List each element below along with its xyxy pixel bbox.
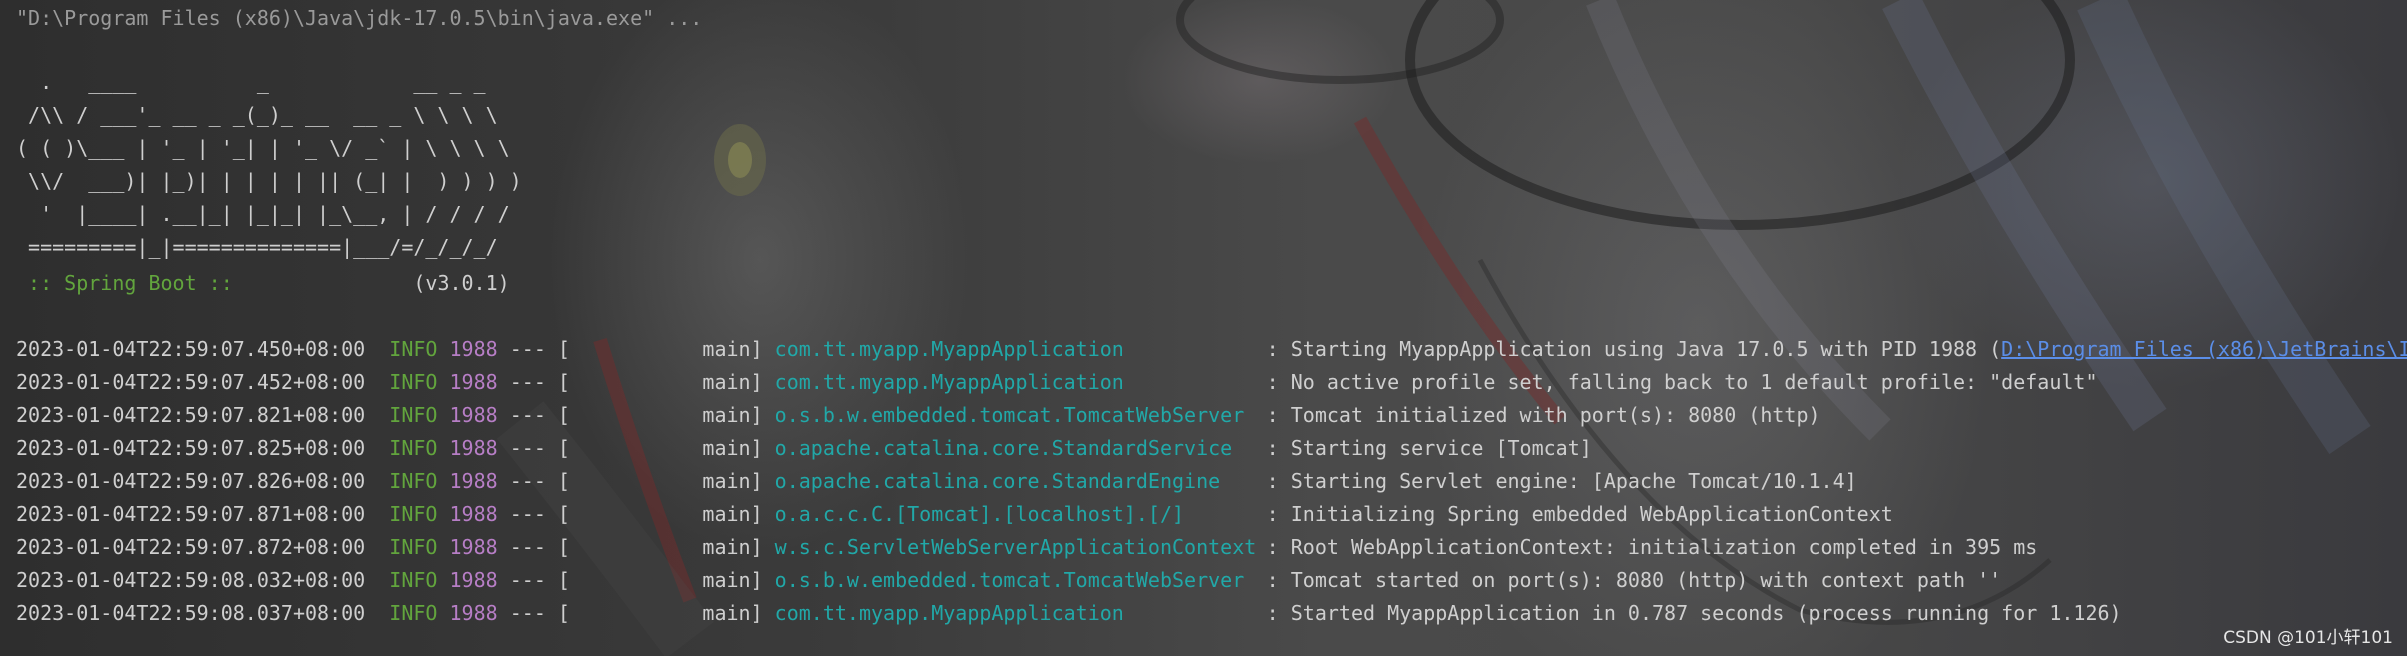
- banner-line: \\/ ___)| |_)| | | | | || (_| | ) ) ) ): [16, 169, 522, 193]
- log-path-link[interactable]: D:\Program Files (x86)\JetBrains\Intelli…: [2001, 337, 2407, 361]
- run-console[interactable]: "D:\Program Files (x86)\Java\jdk-17.0.5\…: [0, 0, 2407, 656]
- log-separator: --- [: [509, 568, 570, 592]
- log-level: INFO: [389, 469, 438, 493]
- log-logger: o.a.c.c.C.[Tomcat].[localhost].[/]: [774, 502, 1185, 526]
- log-thread: main]: [569, 535, 763, 559]
- log-logger: com.tt.myapp.MyappApplication: [774, 370, 1124, 394]
- log-message: Started MyappApplication in 0.787 second…: [1290, 601, 2122, 625]
- log-line: 2023-01-04T22:59:07.821+08:00 INFO 1988 …: [16, 403, 1821, 427]
- log-message: Tomcat initialized with port(s): 8080 (h…: [1290, 403, 1821, 427]
- log-timestamp: 2023-01-04T22:59:08.032+08:00: [16, 568, 366, 592]
- log-pid: 1988: [449, 436, 498, 460]
- log-thread: main]: [569, 337, 763, 361]
- log-timestamp: 2023-01-04T22:59:07.450+08:00: [16, 337, 366, 361]
- log-timestamp: 2023-01-04T22:59:08.037+08:00: [16, 601, 366, 625]
- log-message: Root WebApplicationContext: initializati…: [1290, 535, 2038, 559]
- log-level: INFO: [389, 337, 438, 361]
- log-message: Tomcat started on port(s): 8080 (http) w…: [1290, 568, 2002, 592]
- log-line: 2023-01-04T22:59:07.871+08:00 INFO 1988 …: [16, 502, 1893, 526]
- log-line: 2023-01-04T22:59:07.452+08:00 INFO 1988 …: [16, 370, 2098, 394]
- log-line: 2023-01-04T22:59:07.450+08:00 INFO 1988 …: [16, 336, 2407, 362]
- log-message: Starting service [Tomcat]: [1290, 436, 1592, 460]
- log-level: INFO: [389, 436, 438, 460]
- log-thread: main]: [569, 436, 763, 460]
- spring-boot-version: (v3.0.1): [244, 271, 510, 295]
- log-separator: --- [: [509, 403, 570, 427]
- log-line: 2023-01-04T22:59:07.825+08:00 INFO 1988 …: [16, 436, 1592, 460]
- log-logger: com.tt.myapp.MyappApplication: [774, 601, 1124, 625]
- spring-boot-label: :: Spring Boot ::: [16, 271, 245, 295]
- banner-line: /\\ / ___'_ __ _ _(_)_ __ __ _ \ \ \ \: [16, 103, 498, 127]
- log-level: INFO: [389, 568, 438, 592]
- banner-line: =========|_|==============|___/=/_/_/_/: [16, 235, 498, 259]
- log-line: 2023-01-04T22:59:08.037+08:00 INFO 1988 …: [16, 601, 2122, 625]
- log-separator: --- [: [509, 370, 570, 394]
- banner-line: ' |____| .__|_| |_|_| |_\__, | / / / /: [16, 202, 510, 226]
- log-timestamp: 2023-01-04T22:59:07.826+08:00: [16, 469, 366, 493]
- log-line: 2023-01-04T22:59:07.872+08:00 INFO 1988 …: [16, 535, 2038, 559]
- log-level: INFO: [389, 370, 438, 394]
- log-message: No active profile set, falling back to 1…: [1290, 370, 2098, 394]
- log-pid: 1988: [449, 403, 498, 427]
- log-level: INFO: [389, 535, 438, 559]
- log-separator: --- [: [509, 469, 570, 493]
- log-level: INFO: [389, 502, 438, 526]
- log-pid: 1988: [449, 370, 498, 394]
- log-pid: 1988: [449, 535, 498, 559]
- log-timestamp: 2023-01-04T22:59:07.825+08:00: [16, 436, 366, 460]
- log-pid: 1988: [449, 337, 498, 361]
- log-thread: main]: [569, 469, 763, 493]
- log-level: INFO: [389, 601, 438, 625]
- banner-line: . ____ _ __ _ _: [16, 70, 486, 94]
- log-timestamp: 2023-01-04T22:59:07.452+08:00: [16, 370, 366, 394]
- log-thread: main]: [569, 601, 763, 625]
- log-pid: 1988: [449, 568, 498, 592]
- log-thread: main]: [569, 403, 763, 427]
- command-line: "D:\Program Files (x86)\Java\jdk-17.0.5\…: [16, 6, 703, 30]
- log-separator: --- [: [509, 502, 570, 526]
- log-logger: w.s.c.ServletWebServerApplicationContext: [774, 535, 1257, 559]
- log-logger: o.apache.catalina.core.StandardEngine: [774, 469, 1221, 493]
- csdn-watermark: CSDN @101小轩101: [2223, 628, 2393, 648]
- log-message: Starting MyappApplication using Java 17.…: [1290, 337, 2002, 361]
- log-logger: o.s.b.w.embedded.tomcat.TomcatWebServer: [774, 568, 1245, 592]
- log-message: Starting Servlet engine: [Apache Tomcat/…: [1290, 469, 1857, 493]
- log-line: 2023-01-04T22:59:08.032+08:00 INFO 1988 …: [16, 568, 2002, 592]
- log-level: INFO: [389, 403, 438, 427]
- log-separator: --- [: [509, 337, 570, 361]
- log-logger: o.s.b.w.embedded.tomcat.TomcatWebServer: [774, 403, 1245, 427]
- log-pid: 1988: [449, 601, 498, 625]
- log-thread: main]: [569, 568, 763, 592]
- log-pid: 1988: [449, 502, 498, 526]
- log-timestamp: 2023-01-04T22:59:07.872+08:00: [16, 535, 366, 559]
- banner-line: ( ( )\___ | '_ | '_| | '_ \/ _` | \ \ \ …: [16, 136, 510, 160]
- log-thread: main]: [569, 502, 763, 526]
- spring-boot-version-line: :: Spring Boot :: (v3.0.1): [16, 270, 510, 296]
- log-separator: --- [: [509, 436, 570, 460]
- log-timestamp: 2023-01-04T22:59:07.821+08:00: [16, 403, 366, 427]
- log-thread: main]: [569, 370, 763, 394]
- log-timestamp: 2023-01-04T22:59:07.871+08:00: [16, 502, 366, 526]
- log-separator: --- [: [509, 601, 570, 625]
- log-message: Initializing Spring embedded WebApplicat…: [1290, 502, 1893, 526]
- log-line: 2023-01-04T22:59:07.826+08:00 INFO 1988 …: [16, 469, 1857, 493]
- log-pid: 1988: [449, 469, 498, 493]
- log-logger: o.apache.catalina.core.StandardService: [774, 436, 1233, 460]
- log-logger: com.tt.myapp.MyappApplication: [774, 337, 1124, 361]
- log-separator: --- [: [509, 535, 570, 559]
